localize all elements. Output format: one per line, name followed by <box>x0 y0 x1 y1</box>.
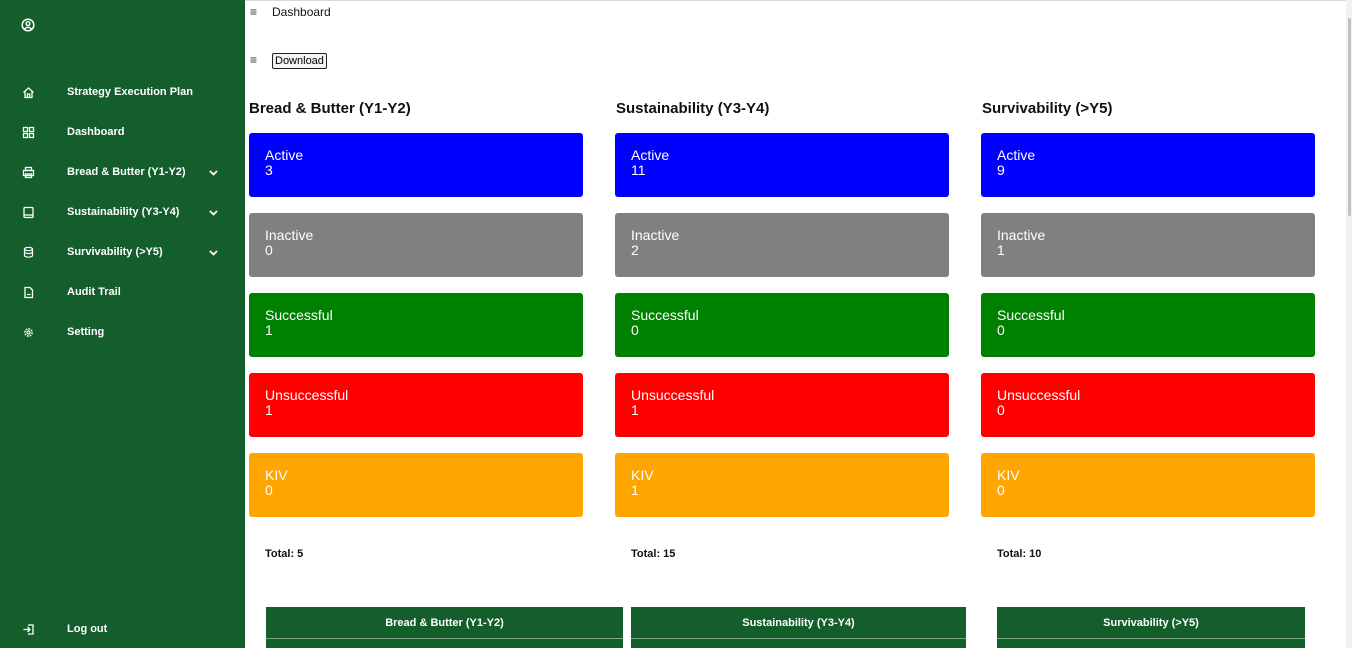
status-card-successful[interactable]: Successful 1 <box>249 293 583 357</box>
status-card-kiv[interactable]: KIV 0 <box>249 453 583 517</box>
card-value: 0 <box>265 242 273 258</box>
card-label: Active <box>631 147 670 163</box>
logout-button[interactable]: Log out <box>0 618 245 642</box>
table-header-label: Bread & Butter (Y1-Y2) <box>385 617 504 629</box>
card-value: 1 <box>631 402 639 418</box>
status-card-successful[interactable]: Successful 0 <box>615 293 949 357</box>
card-value: 2 <box>631 242 639 258</box>
status-card-inactive[interactable]: Inactive 1 <box>981 213 1315 277</box>
chevron-down-icon[interactable] <box>208 167 219 178</box>
card-label: KIV <box>997 467 1020 483</box>
card-value: 11 <box>631 162 646 178</box>
card-value: 0 <box>997 402 1005 418</box>
card-value: 9 <box>997 162 1005 178</box>
card-value: 0 <box>997 482 1005 498</box>
card-label: Inactive <box>265 227 314 243</box>
sidebar-item-audit-trail[interactable]: Audit Trail <box>0 281 245 305</box>
status-card-inactive[interactable]: Inactive 2 <box>615 213 949 277</box>
table-header-divider <box>631 638 966 639</box>
card-label: Unsuccessful <box>265 387 349 403</box>
book-icon <box>23 206 34 219</box>
table-header-divider <box>997 638 1305 639</box>
table-header-label: Survivability (>Y5) <box>1103 617 1199 629</box>
grid-icon <box>22 126 35 139</box>
sidebar-item-strategy-execution-plan[interactable]: Strategy Execution Plan <box>0 81 245 105</box>
table-header-label: Sustainability (Y3-Y4) <box>742 617 855 629</box>
status-card-inactive[interactable]: Inactive 0 <box>249 213 583 277</box>
card-value: 0 <box>265 482 273 498</box>
chevron-down-icon[interactable] <box>208 247 219 258</box>
card-value: 1 <box>265 322 273 338</box>
card-label: Unsuccessful <box>631 387 715 403</box>
page-title: Dashboard <box>272 5 331 19</box>
file-icon <box>24 286 34 299</box>
card-value: 1 <box>265 402 273 418</box>
sidebar-item-survivability[interactable]: Survivability (>Y5) <box>0 241 245 265</box>
total-count: Total: 5 <box>265 548 304 560</box>
table-header-survivability: Survivability (>Y5) <box>997 607 1305 648</box>
card-label: Active <box>265 147 304 163</box>
sidebar-item-setting[interactable]: Setting <box>0 321 245 345</box>
menu-toggle-icon[interactable]: ≡ <box>250 6 257 18</box>
status-card-kiv[interactable]: KIV 0 <box>981 453 1315 517</box>
sidebar-item-label: Strategy Execution Plan <box>67 86 193 98</box>
sidebar-item-label: Audit Trail <box>67 286 121 298</box>
status-card-kiv[interactable]: KIV 1 <box>615 453 949 517</box>
status-card-unsuccessful[interactable]: Unsuccessful 1 <box>249 373 583 437</box>
status-card-active[interactable]: Active 9 <box>981 133 1315 197</box>
column-title-survivability: Survivability (>Y5) <box>982 100 1113 117</box>
sidebar-item-bread-butter[interactable]: Bread & Butter (Y1-Y2) <box>0 161 245 185</box>
print-icon <box>22 166 35 179</box>
menu-icon[interactable]: ≡ <box>250 54 257 66</box>
status-card-successful[interactable]: Successful 0 <box>981 293 1315 357</box>
sidebar-item-label: Sustainability (Y3-Y4) <box>67 206 180 218</box>
card-label: Successful <box>265 307 333 323</box>
sidebar-item-label: Bread & Butter (Y1-Y2) <box>67 166 186 178</box>
home-icon <box>23 87 34 99</box>
card-label: Successful <box>997 307 1065 323</box>
sidebar-item-label: Survivability (>Y5) <box>67 246 163 258</box>
column-title-sustainability: Sustainability (Y3-Y4) <box>616 100 770 117</box>
status-card-unsuccessful[interactable]: Unsuccessful 1 <box>615 373 949 437</box>
card-label: Successful <box>631 307 699 323</box>
column-title-bread-butter: Bread & Butter (Y1-Y2) <box>249 100 411 117</box>
database-icon <box>23 246 34 258</box>
sidebar-item-label: Dashboard <box>67 126 125 138</box>
logout-icon <box>23 624 34 635</box>
sidebar-item-label: Setting <box>67 326 105 338</box>
sidebar-item-dashboard[interactable]: Dashboard <box>0 121 245 145</box>
table-header-sustainability: Sustainability (Y3-Y4) <box>631 607 966 648</box>
chevron-down-icon[interactable] <box>208 207 219 218</box>
download-button[interactable]: Download <box>272 53 327 69</box>
card-label: KIV <box>631 467 654 483</box>
card-label: Inactive <box>997 227 1046 243</box>
card-value: 1 <box>997 242 1005 258</box>
scrollbar-thumb[interactable] <box>1348 18 1351 216</box>
status-card-unsuccessful[interactable]: Unsuccessful 0 <box>981 373 1315 437</box>
user-circle-icon[interactable] <box>21 18 35 32</box>
card-value: 1 <box>631 482 639 498</box>
card-value: 0 <box>997 322 1005 338</box>
total-count: Total: 10 <box>997 548 1042 560</box>
logout-label: Log out <box>67 623 108 635</box>
total-count: Total: 15 <box>631 548 676 560</box>
table-header-divider <box>266 638 623 639</box>
card-label: Active <box>997 147 1036 163</box>
sidebar: Strategy Execution Plan Dashboard Bread … <box>0 0 245 648</box>
status-card-active[interactable]: Active 3 <box>249 133 583 197</box>
table-header-bread-butter: Bread & Butter (Y1-Y2) <box>266 607 623 648</box>
card-value: 0 <box>631 322 639 338</box>
sidebar-item-sustainability[interactable]: Sustainability (Y3-Y4) <box>0 201 245 225</box>
status-card-active[interactable]: Active 11 <box>615 133 949 197</box>
card-label: KIV <box>265 467 288 483</box>
gear-icon <box>24 328 33 337</box>
card-value: 3 <box>265 162 273 178</box>
card-label: Inactive <box>631 227 680 243</box>
card-label: Unsuccessful <box>997 387 1081 403</box>
